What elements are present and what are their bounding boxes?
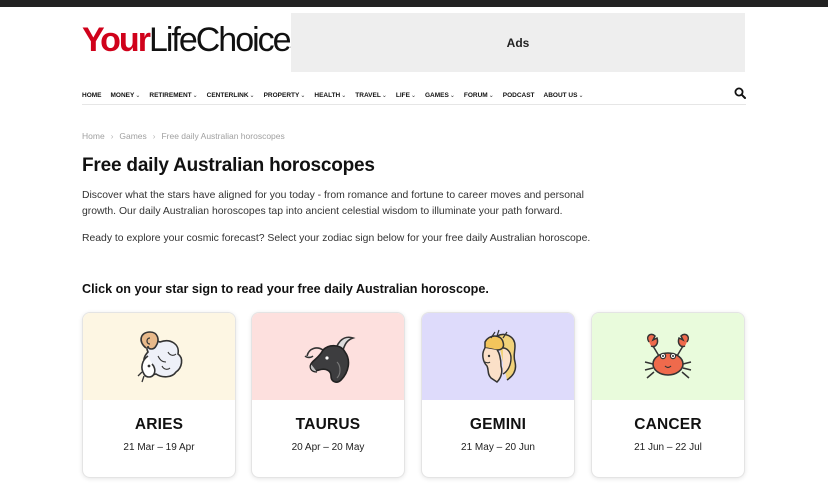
nav-label: FORUM — [463, 91, 488, 99]
chevron-down-icon: ⌄ — [249, 92, 255, 99]
sign-name: TAURUS — [295, 416, 361, 433]
main-nav: HOME MONEY ⌄ RETIREMENT ⌄ CENTERLINK ⌄ PROP… — [82, 85, 746, 105]
ad-label: Ads — [506, 35, 530, 50]
twins-icon — [482, 329, 517, 383]
intro-paragraph: Discover what the stars have aligned for… — [82, 190, 584, 217]
zodiac-card-aries[interactable]: ARIES 21 Mar – 19 Apr — [82, 312, 236, 478]
zodiac-card-grid: ARIES 21 Mar – 19 Apr TAURUS 20 Apr – 20… — [82, 312, 746, 478]
chevron-down-icon: ⌄ — [488, 92, 494, 99]
ad-banner[interactable]: Ads — [291, 13, 745, 72]
logo-your: Your — [82, 21, 151, 59]
chevron-right-icon: › — [110, 131, 114, 141]
nav-label: HOME — [82, 91, 102, 99]
zodiac-card-gemini[interactable]: GEMINI 21 May – 20 Jun — [421, 312, 575, 478]
top-bar — [0, 0, 828, 7]
chevron-right-icon: › — [152, 131, 156, 141]
breadcrumb-home[interactable]: Home — [82, 131, 105, 141]
nav-divider — [82, 104, 746, 105]
nav-item-games[interactable]: GAMES ⌄ — [425, 92, 455, 99]
breadcrumb: Home › Games › Free daily Australian hor… — [82, 131, 285, 141]
breadcrumb-current: Free daily Australian horoscopes — [161, 131, 285, 141]
nav-label: RETIREMENT — [149, 91, 192, 99]
bull-icon — [304, 335, 356, 383]
sign-dates: 20 Apr – 20 May — [291, 442, 365, 453]
zodiac-card-cancer[interactable]: CANCER 21 Jun – 22 Jul — [591, 312, 745, 478]
ram-icon — [137, 330, 183, 382]
chevron-down-icon: ⌄ — [410, 92, 416, 99]
sign-dates: 21 Mar – 19 Apr — [123, 442, 195, 453]
chevron-down-icon: ⌄ — [300, 92, 306, 99]
chevron-down-icon: ⌄ — [381, 92, 387, 99]
nav-item-about-us[interactable]: ABOUT US ⌄ — [544, 92, 584, 99]
nav-item-retirement[interactable]: RETIREMENT ⌄ — [149, 92, 197, 99]
nav-item-life[interactable]: LIFE ⌄ — [396, 92, 416, 99]
nav-label: CENTERLINK — [206, 91, 249, 99]
nav-item-travel[interactable]: TRAVEL ⌄ — [355, 92, 387, 99]
nav-label: MONEY — [110, 91, 135, 99]
nav-item-health[interactable]: HEALTH ⌄ — [314, 92, 346, 99]
nav-label: PROPERTY — [263, 91, 300, 99]
sign-dates: 21 Jun – 22 Jul — [634, 442, 702, 453]
cta-paragraph: Ready to explore your cosmic forecast? S… — [82, 233, 591, 244]
nav-label: HEALTH — [314, 91, 341, 99]
nav-item-property[interactable]: PROPERTY ⌄ — [264, 92, 306, 99]
page-title: Free daily Australian horoscopes — [82, 155, 375, 176]
logo-lifechoices: LifeChoices — [148, 21, 307, 59]
search-icon[interactable] — [734, 86, 746, 99]
card-art — [422, 313, 574, 400]
crab-icon — [644, 333, 692, 379]
nav-label: TRAVEL — [355, 91, 381, 99]
nav-item-money[interactable]: MONEY ⌄ — [111, 92, 141, 99]
nav-item-forum[interactable]: FORUM ⌄ — [464, 92, 494, 99]
nav-label: PODCAST — [502, 91, 535, 99]
chevron-down-icon: ⌄ — [578, 92, 584, 99]
sign-name: GEMINI — [469, 416, 527, 433]
nav-item-home[interactable]: HOME — [82, 92, 102, 99]
nav-item-podcast[interactable]: PODCAST — [503, 92, 535, 99]
chevron-down-icon: ⌄ — [449, 92, 455, 99]
nav-label: LIFE — [395, 91, 410, 99]
breadcrumb-games[interactable]: Games — [119, 131, 146, 141]
sign-name: ARIES — [134, 416, 184, 433]
card-art — [252, 313, 404, 400]
zodiac-card-taurus[interactable]: TAURUS 20 Apr – 20 May — [251, 312, 405, 478]
chevron-down-icon: ⌄ — [192, 92, 198, 99]
sign-dates: 21 May – 20 Jun — [461, 442, 535, 453]
chevron-down-icon: ⌄ — [341, 92, 347, 99]
section-heading: Click on your star sign to read your fre… — [82, 282, 489, 296]
nav-label: GAMES — [424, 91, 449, 99]
nav-label: ABOUT US — [543, 91, 578, 99]
sign-name: CANCER — [634, 416, 702, 433]
card-art — [592, 313, 744, 400]
chevron-down-icon: ⌄ — [135, 92, 141, 99]
nav-item-centerlink[interactable]: CENTERLINK ⌄ — [207, 92, 255, 99]
card-art — [83, 313, 235, 400]
site-logo[interactable]: Your LifeChoices — [82, 20, 307, 60]
